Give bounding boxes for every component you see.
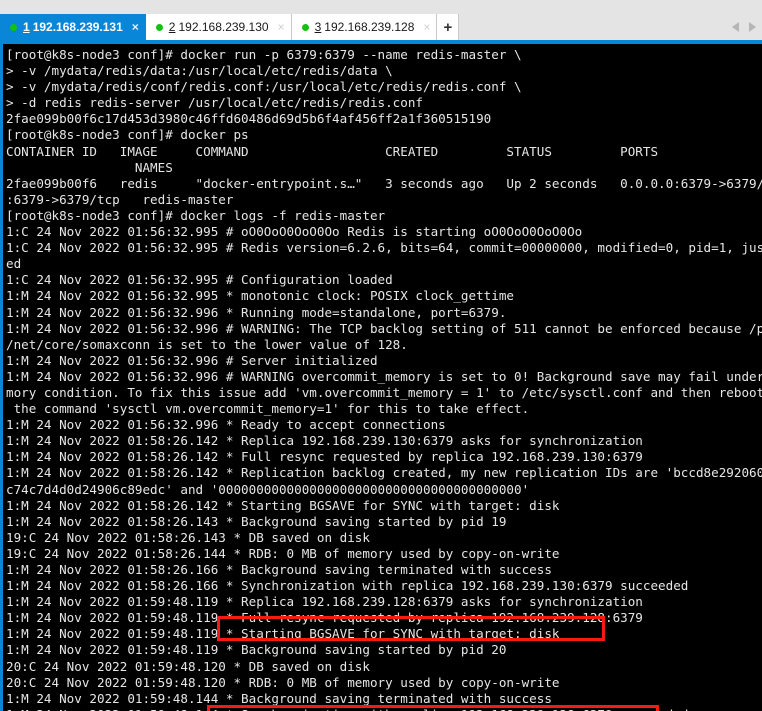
terminal-line: [root@k8s-node3 conf]# docker run -p 637… bbox=[6, 47, 522, 62]
tab-label: 192.168.239.128 bbox=[324, 20, 415, 34]
terminal-line: 1:M 24 Nov 2022 01:58:26.166 * Backgroun… bbox=[6, 562, 552, 577]
terminal-line: 2fae099b00f6 redis "docker-entrypoint.s…… bbox=[6, 175, 762, 191]
terminal-line: 19:C 24 Nov 2022 01:58:26.143 * DB saved… bbox=[6, 529, 370, 545]
terminal-line: > -v /mydata/redis/data:/usr/local/etc/r… bbox=[6, 63, 393, 79]
tab-3[interactable]: 3 192.168.239.128 × bbox=[291, 14, 438, 40]
tab-label: 192.168.239.131 bbox=[32, 20, 123, 34]
terminal-line: 1:C 24 Nov 2022 01:56:32.995 # oO0OoO0Oo… bbox=[6, 224, 583, 240]
terminal-line: 1:M 24 Nov 2022 01:58:26.166 * Synchroni… bbox=[6, 578, 689, 594]
terminal-line: [root@k8s-node3 conf]# docker logs -f re… bbox=[6, 207, 386, 223]
new-tab-button[interactable]: + bbox=[437, 14, 460, 40]
terminal-line: 1:C 24 Nov 2022 01:56:32.995 # Redis ver… bbox=[6, 240, 762, 256]
terminal-line: 1:M 24 Nov 2022 01:59:48.119 * Starting … bbox=[6, 626, 560, 642]
terminal-line: 1:M 24 Nov 2022 01:59:48.119 * Replica 1… bbox=[6, 594, 643, 610]
tab-scroll-controls bbox=[732, 22, 756, 32]
terminal-line: 1:C 24 Nov 2022 01:56:32.995 # Configura… bbox=[6, 272, 393, 288]
terminal-line: the command 'sysctl vm.overcommit_memory… bbox=[6, 401, 530, 417]
terminal-line: 20:C 24 Nov 2022 01:59:48.120 * DB saved… bbox=[6, 658, 370, 674]
terminal-line: /net/core/somaxconn is set to the lower … bbox=[6, 336, 408, 352]
terminal-line: 1:M 24 Nov 2022 01:56:32.996 # WARNING: … bbox=[6, 320, 762, 336]
connection-status-dot-icon bbox=[155, 23, 163, 31]
terminal-line: > -v /mydata/redis/conf/redis.conf:/usr/… bbox=[6, 79, 522, 95]
tab-index: 1 bbox=[23, 20, 30, 34]
terminal-line: 1:M 24 Nov 2022 01:56:32.995 * monotonic… bbox=[6, 288, 514, 304]
terminal-line: ed bbox=[6, 256, 22, 272]
connection-status-dot-icon bbox=[301, 23, 309, 31]
terminal-output-pane[interactable]: [root@k8s-node3 conf]# docker run -p 637… bbox=[3, 44, 762, 711]
terminal-line: 1:M 24 Nov 2022 01:56:32.996 * Running m… bbox=[6, 304, 507, 320]
terminal-line: [root@k8s-node3 conf]# docker ps bbox=[6, 127, 249, 143]
tab-2[interactable]: 2 192.168.239.130 × bbox=[145, 14, 292, 40]
terminal-line: 20:C 24 Nov 2022 01:59:48.120 * RDB: 0 M… bbox=[6, 674, 560, 690]
terminal-line: > -d redis redis-server /usr/local/etc/r… bbox=[6, 95, 424, 111]
terminal-line: mory condition. To fix this issue add 'v… bbox=[6, 384, 762, 400]
terminal-window: 1 192.168.239.131 × 2 192.168.239.130 × 3 192.1… bbox=[0, 0, 762, 711]
scroll-left-icon[interactable] bbox=[732, 22, 739, 32]
terminal-line: :6379->6379/tcp redis-master bbox=[6, 191, 234, 207]
close-icon[interactable]: × bbox=[132, 21, 139, 33]
terminal-line: 1:M 24 Nov 2022 01:58:26.142 * Replica 1… bbox=[6, 433, 643, 449]
tab-bar: 1 192.168.239.131 × 2 192.168.239.130 × 3 192.1… bbox=[0, 0, 762, 40]
tab-index: 3 bbox=[314, 20, 322, 34]
connection-status-dot-icon bbox=[10, 23, 17, 31]
terminal-line: 1:M 24 Nov 2022 01:59:48.119 * Backgroun… bbox=[6, 642, 507, 658]
close-icon[interactable]: × bbox=[278, 21, 285, 33]
terminal-line: 1:M 24 Nov 2022 01:58:26.143 * Backgroun… bbox=[6, 513, 507, 529]
terminal-line: 1:M 24 Nov 2022 01:58:26.142 * Replicati… bbox=[6, 465, 762, 481]
tab-strip: 1 192.168.239.131 × 2 192.168.239.130 × 3 192.1… bbox=[0, 14, 460, 40]
terminal-line: CONTAINER ID IMAGE COMMAND CREATED STATU… bbox=[6, 143, 659, 159]
tab-index: 2 bbox=[168, 20, 176, 34]
terminal-line: 1:M 24 Nov 2022 01:58:26.142 * Starting … bbox=[6, 497, 560, 513]
terminal-line: 1:M 24 Nov 2022 01:59:48.119 * Full resy… bbox=[6, 610, 643, 626]
terminal-line: c74c7d4d0d24906c89edc' and '000000000000… bbox=[6, 481, 530, 497]
terminal-line: 1:M 24 Nov 2022 01:59:48.144 * Backgroun… bbox=[6, 690, 552, 706]
terminal-line: NAMES bbox=[6, 159, 173, 175]
terminal-line: 1:M 24 Nov 2022 01:59:48.144 * Synchroni… bbox=[6, 707, 762, 711]
tab-label: 192.168.239.130 bbox=[178, 20, 269, 34]
tab-1[interactable]: 1 192.168.239.131 × bbox=[0, 14, 146, 40]
close-icon[interactable]: × bbox=[423, 21, 430, 33]
terminal-line: 1:M 24 Nov 2022 01:56:32.996 # Server in… bbox=[6, 352, 378, 368]
scroll-right-icon[interactable] bbox=[749, 22, 756, 32]
terminal-lines: [root@k8s-node3 conf]# docker run -p 637… bbox=[6, 47, 762, 711]
terminal-line: 1:M 24 Nov 2022 01:56:32.996 # WARNING o… bbox=[6, 368, 762, 384]
terminal-line: 1:M 24 Nov 2022 01:56:32.996 * Ready to … bbox=[6, 417, 446, 433]
terminal-line: 19:C 24 Nov 2022 01:58:26.144 * RDB: 0 M… bbox=[6, 545, 560, 561]
terminal-line: 1:M 24 Nov 2022 01:58:26.142 * Full resy… bbox=[6, 449, 643, 465]
terminal-line: 2fae099b00f6c17d453d3980c46ffd60486d69d5… bbox=[6, 111, 492, 127]
